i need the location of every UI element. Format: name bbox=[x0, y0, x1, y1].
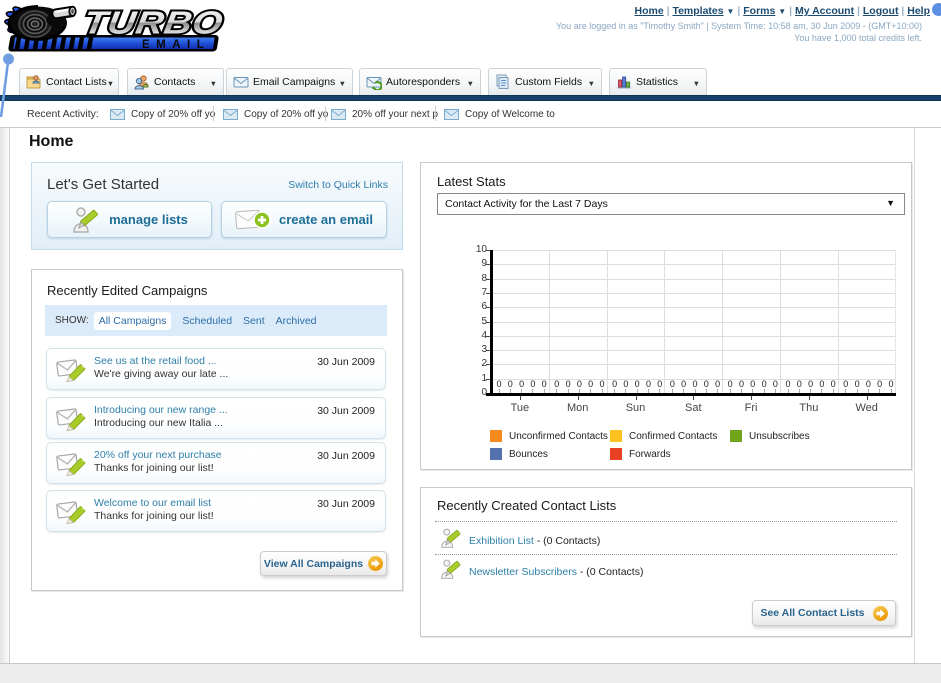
svg-text:EMAIL: EMAIL bbox=[142, 39, 210, 51]
svg-text:TURBO: TURBO bbox=[81, 5, 226, 41]
